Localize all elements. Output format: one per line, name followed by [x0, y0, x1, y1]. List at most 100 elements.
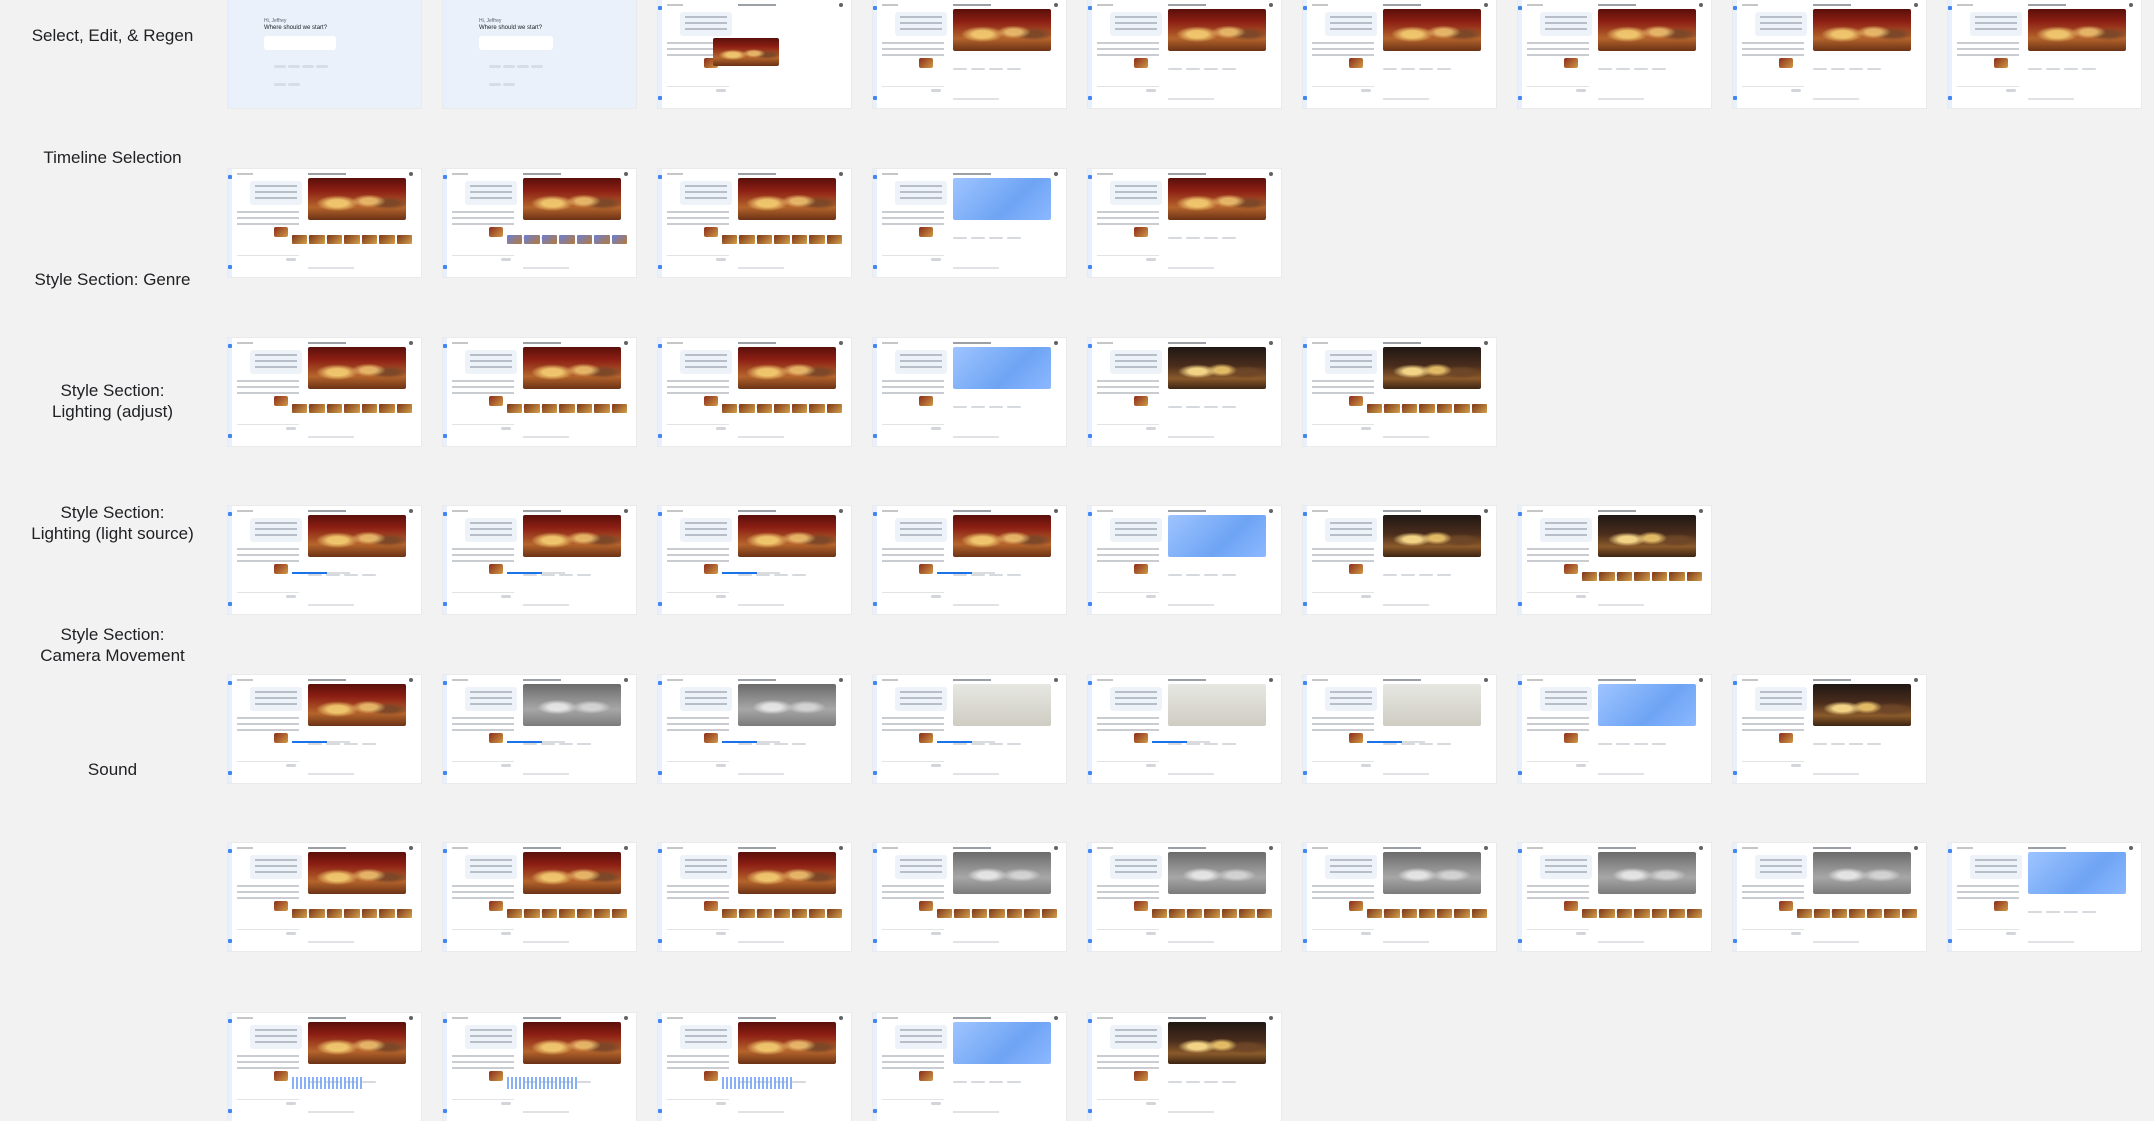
timeline-frame	[611, 909, 627, 918]
video-preview	[308, 684, 406, 726]
text-line	[1742, 723, 1804, 725]
assistant-reply	[1527, 42, 1589, 60]
action-chip	[953, 743, 967, 745]
intensity-slider	[722, 572, 780, 574]
text-line	[237, 560, 299, 562]
user-message-bubble	[465, 855, 517, 879]
rail-marker	[873, 681, 877, 685]
action-chips	[953, 226, 1051, 239]
header-title	[308, 1017, 346, 1019]
timeline-frame	[1221, 909, 1238, 918]
text-line	[1312, 380, 1374, 382]
action-chip	[1419, 743, 1433, 745]
result-thumbnail	[704, 227, 718, 237]
screen-thumbnail	[1733, 0, 1926, 108]
video-preview	[308, 347, 406, 389]
rail-marker	[228, 344, 232, 348]
action-chip	[2082, 911, 2096, 913]
timeline-frame	[396, 404, 412, 413]
text-line	[882, 380, 944, 382]
timeline-frame	[1186, 909, 1203, 918]
text-line	[255, 354, 297, 356]
footer-note	[523, 941, 569, 943]
result-thumbnail	[274, 227, 288, 237]
text-line	[452, 723, 514, 725]
action-chip	[1222, 574, 1236, 576]
text-line	[1097, 386, 1159, 388]
action-chip	[738, 574, 752, 576]
text-line	[237, 392, 299, 394]
screen-thumbnail	[443, 338, 636, 446]
action-chip	[971, 1081, 985, 1083]
rail-marker	[1088, 602, 1092, 606]
timeline-frame	[559, 404, 575, 413]
rail-marker	[873, 602, 877, 606]
text-line	[1545, 871, 1587, 873]
rail-marker	[1303, 6, 1307, 10]
screen-thumbnail	[873, 169, 1066, 277]
text-line	[1097, 891, 1159, 893]
rail-marker	[873, 175, 877, 179]
rail-marker	[1303, 96, 1307, 100]
text-line	[685, 360, 727, 362]
header-title	[1168, 173, 1206, 175]
timeline-frame	[1599, 572, 1615, 581]
text-line	[1527, 897, 1589, 899]
text-line	[255, 191, 297, 193]
user-message-bubble	[250, 350, 302, 374]
video-preview	[738, 347, 836, 389]
action-chip	[1168, 1081, 1182, 1083]
action-chip	[1401, 68, 1415, 70]
action-chip	[1204, 1081, 1218, 1083]
timeline-frame	[809, 235, 825, 244]
sidebar-rail	[1518, 0, 1522, 108]
action-chip	[1867, 68, 1881, 70]
result-thumbnail	[704, 733, 718, 743]
header-title	[523, 510, 561, 512]
rail-marker	[873, 512, 877, 516]
header-title	[2028, 847, 2066, 849]
sidebar-rail	[1518, 843, 1522, 951]
action-chip	[326, 574, 340, 576]
video-preview	[1383, 852, 1481, 894]
assistant-reply	[882, 211, 944, 229]
action-chip	[1007, 574, 1021, 576]
header-avatar	[1269, 341, 1273, 345]
header-avatar	[839, 341, 843, 345]
header-title	[1813, 679, 1851, 681]
header-title	[523, 342, 561, 344]
rail-marker	[1303, 771, 1307, 775]
header-label	[1527, 4, 1543, 6]
footer-note	[738, 1111, 784, 1113]
text-line	[1097, 217, 1159, 219]
user-message-bubble	[1110, 350, 1162, 374]
sidebar-rail	[1733, 843, 1737, 951]
suggestion-chip	[531, 65, 543, 68]
timeline-frame	[826, 404, 842, 413]
footer-note	[1598, 98, 1644, 100]
rail-marker	[1518, 602, 1522, 606]
header-avatar	[1269, 678, 1273, 682]
timeline-frame	[541, 404, 558, 413]
sidebar-rail	[1303, 675, 1307, 783]
header-label	[1527, 510, 1543, 512]
text-line	[1330, 522, 1372, 524]
sidebar-rail	[1088, 1013, 1092, 1121]
text-line	[1115, 1029, 1157, 1031]
text-line	[1975, 865, 2017, 867]
timeline-frame	[361, 235, 378, 244]
text-line	[1760, 22, 1802, 24]
text-line	[900, 185, 942, 187]
assistant-reply	[237, 717, 299, 735]
text-line	[237, 386, 299, 388]
text-line	[667, 211, 729, 213]
action-chips	[1168, 900, 1266, 913]
action-chips	[1383, 563, 1481, 576]
row-label-lighting-adjust: Style Section: Lighting (adjust)	[52, 381, 173, 421]
text-line	[1097, 42, 1159, 44]
screen-thumbnail	[443, 1013, 636, 1121]
sidebar-rail	[658, 0, 662, 108]
timeline-frame	[1419, 404, 1435, 413]
footer-note	[953, 773, 999, 775]
header-label	[1097, 342, 1113, 344]
